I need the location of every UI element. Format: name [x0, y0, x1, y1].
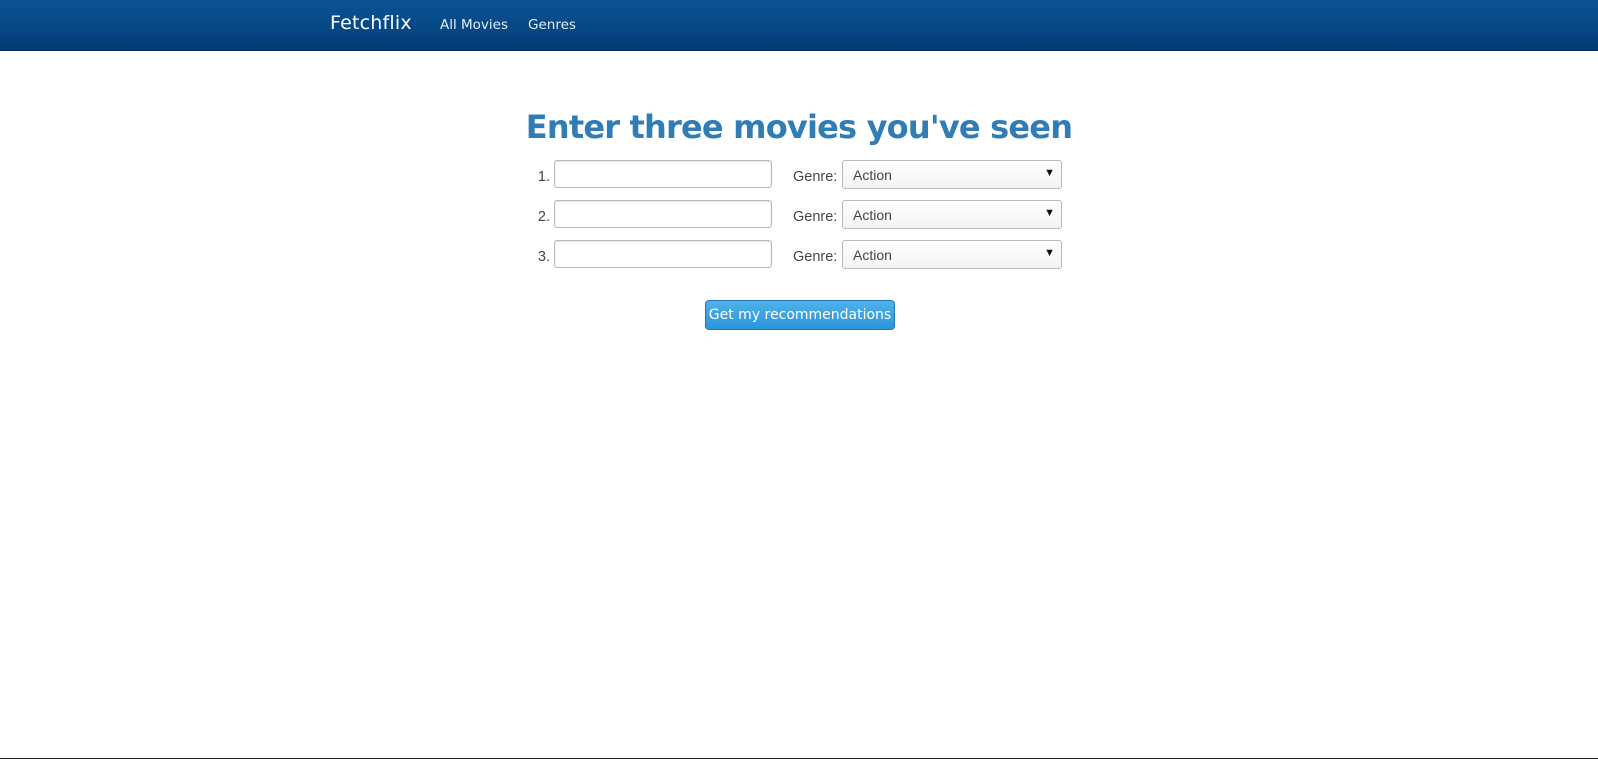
- chevron-down-icon: ▼: [1044, 207, 1055, 219]
- nav-link-all-movies[interactable]: All Movies: [440, 17, 508, 33]
- genre-selected-value: Action: [853, 167, 892, 183]
- get-recommendations-button[interactable]: Get my recommendations: [705, 300, 895, 330]
- nav-link-genres[interactable]: Genres: [528, 17, 576, 33]
- genre-selected-value: Action: [853, 207, 892, 223]
- genre-selected-value: Action: [853, 247, 892, 263]
- movie-input-2[interactable]: [554, 200, 772, 228]
- genre-label: Genre:: [793, 169, 838, 185]
- genre-select-1[interactable]: Action ▼: [842, 160, 1062, 189]
- top-navbar: Fetchflix All Movies Genres: [0, 0, 1598, 51]
- movie-row-1: 1. Genre: Action ▼: [0, 160, 1598, 190]
- brand-link[interactable]: Fetchflix: [330, 12, 412, 34]
- movie-input-3[interactable]: [554, 240, 772, 268]
- row-number: 1.: [537, 169, 550, 185]
- genre-label: Genre:: [793, 249, 838, 265]
- row-number: 3.: [537, 249, 550, 265]
- genre-label: Genre:: [793, 209, 838, 225]
- chevron-down-icon: ▼: [1044, 167, 1055, 179]
- row-number: 2.: [537, 209, 550, 225]
- movie-row-3: 3. Genre: Action ▼: [0, 240, 1598, 270]
- genre-select-2[interactable]: Action ▼: [842, 200, 1062, 229]
- genre-select-3[interactable]: Action ▼: [842, 240, 1062, 269]
- chevron-down-icon: ▼: [1044, 247, 1055, 259]
- movie-row-2: 2. Genre: Action ▼: [0, 200, 1598, 230]
- page-title: Enter three movies you've seen: [525, 108, 1073, 146]
- movie-input-1[interactable]: [554, 160, 772, 188]
